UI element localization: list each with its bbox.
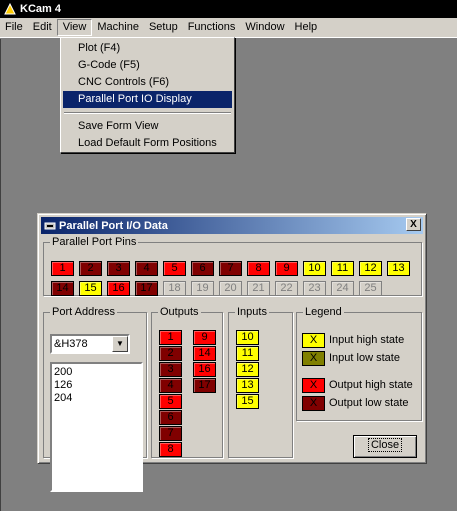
- port-address-select[interactable]: &H378 ▼: [50, 334, 130, 354]
- legend-label: Legend: [305, 306, 342, 318]
- output-pin-16[interactable]: 16: [193, 362, 216, 377]
- legend-swatch-0: X: [302, 333, 325, 348]
- parallel-port-dialog[interactable]: Parallel Port I/O Data X Parallel Port P…: [37, 213, 427, 492]
- outputs-label: Outputs: [160, 306, 199, 318]
- pin-1[interactable]: 1: [51, 261, 74, 276]
- pin-12[interactable]: 12: [359, 261, 382, 276]
- output-pin-6[interactable]: 6: [159, 410, 182, 425]
- port-address-value: &H378: [54, 338, 88, 350]
- view-menu-item-0[interactable]: Plot (F4): [63, 40, 232, 57]
- port-address-label: Port Address: [52, 306, 115, 318]
- pin-8[interactable]: 8: [247, 261, 270, 276]
- inputs-label: Inputs: [237, 306, 267, 318]
- pin-18[interactable]: 18: [163, 281, 186, 296]
- menu-separator: [64, 112, 231, 114]
- input-pin-12[interactable]: 12: [236, 362, 259, 377]
- pin-9[interactable]: 9: [275, 261, 298, 276]
- output-pin-5[interactable]: 5: [159, 394, 182, 409]
- input-pin-11[interactable]: 11: [236, 346, 259, 361]
- legend-group: Legend X Input high state X Input low state…: [296, 306, 422, 421]
- app-title: KCam 4: [20, 3, 61, 15]
- legend-swatch-3: X: [302, 396, 325, 411]
- pin-25[interactable]: 25: [359, 281, 382, 296]
- menu-functions[interactable]: Functions: [183, 19, 241, 36]
- pin-3[interactable]: 3: [107, 261, 130, 276]
- output-pin-9[interactable]: 9: [193, 330, 216, 345]
- pin-13[interactable]: 13: [387, 261, 410, 276]
- pin-2[interactable]: 2: [79, 261, 102, 276]
- dialog-title: Parallel Port I/O Data: [59, 219, 168, 232]
- pin-16[interactable]: 16: [107, 281, 130, 296]
- pin-21[interactable]: 21: [247, 281, 270, 296]
- output-pin-17[interactable]: 17: [193, 378, 216, 393]
- input-pin-13[interactable]: 13: [236, 378, 259, 393]
- pin-7[interactable]: 7: [219, 261, 242, 276]
- output-pin-2[interactable]: 2: [159, 346, 182, 361]
- pin-22[interactable]: 22: [275, 281, 298, 296]
- pin-17[interactable]: 17: [135, 281, 158, 296]
- pin-23[interactable]: 23: [303, 281, 326, 296]
- menu-help[interactable]: Help: [290, 19, 323, 36]
- view-menu-item-3[interactable]: Parallel Port IO Display: [63, 91, 232, 108]
- pin-10[interactable]: 10: [303, 261, 326, 276]
- pin-11[interactable]: 11: [331, 261, 354, 276]
- parallel-port-pins-group: Parallel Port Pins 1 2 3 4 5 6 7 8 9 10 11 12 13 14 15…: [43, 236, 422, 296]
- pin-15[interactable]: 15: [79, 281, 102, 296]
- dialog-titlebar[interactable]: Parallel Port I/O Data X: [41, 217, 423, 234]
- legend-label-3: Output low state: [329, 397, 409, 409]
- app-titlebar: KCam 4: [0, 0, 457, 18]
- memo-line: 200: [54, 366, 73, 378]
- pin-6[interactable]: 6: [191, 261, 214, 276]
- legend-swatch-1: X: [302, 351, 325, 366]
- output-pin-7[interactable]: 7: [159, 426, 182, 441]
- menu-window[interactable]: Window: [240, 19, 289, 36]
- chevron-down-icon[interactable]: ▼: [112, 336, 128, 352]
- kcam-app-icon: [4, 3, 16, 15]
- port-address-group: Port Address &H378 ▼ 200 126 204: [43, 306, 147, 492]
- output-pin-3[interactable]: 3: [159, 362, 182, 377]
- legend-label-0: Input high state: [329, 334, 405, 346]
- memo-line: 126: [54, 379, 73, 391]
- port-data-memo[interactable]: 200 126 204: [50, 362, 143, 492]
- dialog-close-icon[interactable]: X: [406, 218, 421, 231]
- outputs-group: Outputs 1 2 3 4 5 6 7 8 9 14 16 17: [151, 306, 223, 458]
- close-button[interactable]: Close: [353, 435, 417, 458]
- pin-14[interactable]: 14: [51, 281, 74, 296]
- menu-edit[interactable]: Edit: [28, 19, 57, 36]
- menu-setup[interactable]: Setup: [144, 19, 183, 36]
- pin-5[interactable]: 5: [163, 261, 186, 276]
- pin-20[interactable]: 20: [219, 281, 242, 296]
- output-pin-14[interactable]: 14: [193, 346, 216, 361]
- memo-line: 204: [54, 392, 73, 404]
- pins-group-label: Parallel Port Pins: [52, 236, 137, 248]
- input-pin-15[interactable]: 15: [236, 394, 259, 409]
- pin-24[interactable]: 24: [331, 281, 354, 296]
- menu-machine[interactable]: Machine: [92, 19, 144, 36]
- view-menu-item2-0[interactable]: Save Form View: [63, 118, 232, 135]
- view-menu-item-2[interactable]: CNC Controls (F6): [63, 74, 232, 91]
- menu-file[interactable]: File: [0, 19, 28, 36]
- input-pin-10[interactable]: 10: [236, 330, 259, 345]
- legend-label-1: Input low state: [329, 352, 400, 364]
- pin-4[interactable]: 4: [135, 261, 158, 276]
- view-menu-item-1[interactable]: G-Code (F5): [63, 57, 232, 74]
- output-pin-4[interactable]: 4: [159, 378, 182, 393]
- legend-swatch-2: X: [302, 378, 325, 393]
- inputs-group: Inputs 10 11 12 13 15: [228, 306, 293, 458]
- output-pin-8[interactable]: 8: [159, 442, 182, 457]
- parallel-port-icon: [44, 222, 56, 229]
- view-menu-dropdown: Plot (F4) G-Code (F5) CNC Controls (F6) Par…: [60, 37, 235, 153]
- close-button-label: Close: [367, 438, 403, 452]
- legend-label-2: Output high state: [329, 379, 413, 391]
- menu-view[interactable]: View: [56, 19, 93, 36]
- view-menu-item2-1[interactable]: Load Default Form Positions: [63, 135, 232, 152]
- output-pin-1[interactable]: 1: [159, 330, 182, 345]
- menubar: File Edit View Machine Setup Functions Window H…: [0, 18, 457, 38]
- pin-19[interactable]: 19: [191, 281, 214, 296]
